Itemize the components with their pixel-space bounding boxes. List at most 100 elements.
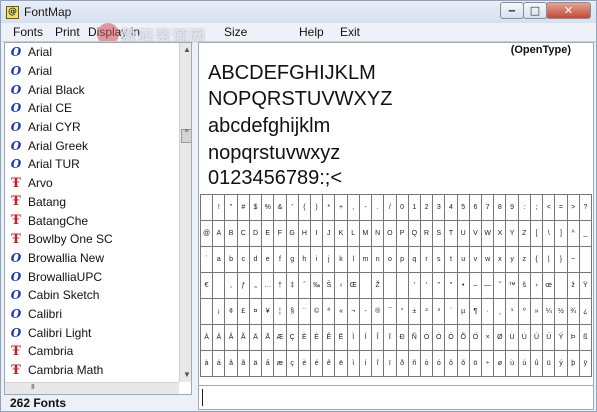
glyph-cell[interactable]: ü — [542, 350, 556, 377]
menu-fonts[interactable]: Fonts — [13, 25, 43, 39]
glyph-cell[interactable]: $ — [248, 194, 263, 221]
glyph-cell[interactable] — [212, 272, 226, 299]
font-list-item[interactable]: Ŧ Bowlby One SC — [5, 230, 179, 249]
glyph-cell[interactable]: 7 — [481, 194, 495, 221]
glyph-cell[interactable]: Ñ — [407, 324, 421, 351]
glyph-cell[interactable]: e — [261, 246, 275, 273]
font-list-item[interactable]: O Browallia New — [5, 249, 179, 268]
glyph-cell[interactable]: Å — [261, 324, 275, 351]
glyph-cell[interactable]: • — [456, 272, 470, 299]
glyph-cell[interactable]: ½ — [554, 298, 568, 325]
glyph-cell[interactable]: ç — [285, 350, 299, 377]
glyph-cell[interactable]: í — [358, 350, 373, 377]
font-list-item[interactable]: O Arial — [5, 43, 179, 62]
glyph-cell[interactable]: ² — [419, 298, 434, 325]
glyph-cell[interactable]: ÿ — [578, 350, 593, 377]
glyph-cell[interactable]: w — [481, 246, 495, 273]
menu-exit[interactable]: Exit — [340, 25, 360, 39]
glyph-cell[interactable]: Y — [505, 220, 519, 247]
glyph-cell[interactable]: E — [261, 220, 275, 247]
glyph-cell[interactable]: ù — [505, 350, 519, 377]
glyph-cell[interactable]: - — [358, 298, 373, 325]
glyph-cell[interactable] — [578, 246, 593, 273]
glyph-cell[interactable]: ´ — [444, 298, 458, 325]
glyph-cell[interactable]: Q — [407, 220, 421, 247]
glyph-cell[interactable]: t — [444, 246, 458, 273]
glyph-cell[interactable]: á — [212, 350, 226, 377]
glyph-cell[interactable] — [358, 272, 373, 299]
glyph-cell[interactable]: ' — [419, 272, 434, 299]
glyph-cell[interactable]: ¦ — [273, 298, 287, 325]
glyph-cell[interactable]: H — [297, 220, 311, 247]
glyph-cell[interactable]: ¤ — [248, 298, 263, 325]
glyph-cell[interactable]: Ù — [505, 324, 519, 351]
glyph-cell[interactable]: ƒ — [236, 272, 250, 299]
glyph-cell[interactable]: ~ — [566, 246, 580, 273]
glyph-cell[interactable]: ˆ — [297, 272, 311, 299]
glyph-cell[interactable]: â — [224, 350, 238, 377]
glyph-cell[interactable]: ! — [212, 194, 226, 221]
menu-help[interactable]: Help — [299, 25, 324, 39]
glyph-cell[interactable]: ¼ — [542, 298, 556, 325]
glyph-cell[interactable]: z — [517, 246, 531, 273]
glyph-cell[interactable]: = — [554, 194, 568, 221]
glyph-cell[interactable]: › — [529, 272, 544, 299]
glyph-cell[interactable]: 6 — [468, 194, 483, 221]
glyph-cell[interactable]: b — [224, 246, 238, 273]
maximize-button[interactable]: □ — [523, 2, 547, 19]
glyph-cell[interactable]: æ — [273, 350, 287, 377]
glyph-cell[interactable]: É — [309, 324, 324, 351]
glyph-cell[interactable]: } — [554, 246, 568, 273]
font-list-item[interactable]: Ŧ Cambria Math — [5, 361, 179, 380]
glyph-cell[interactable]: ; — [529, 194, 544, 221]
glyph-cell[interactable]: Ê — [322, 324, 336, 351]
glyph-cell[interactable]: P — [395, 220, 409, 247]
glyph-cell[interactable]: Ì — [346, 324, 360, 351]
glyph-cell[interactable]: + — [334, 194, 348, 221]
glyph-cell[interactable]: p — [395, 246, 409, 273]
glyph-cell[interactable]: Â — [224, 324, 238, 351]
glyph-cell[interactable]: ¹ — [505, 298, 519, 325]
glyph-cell[interactable]: ¡ — [212, 298, 226, 325]
glyph-cell[interactable]: X — [493, 220, 507, 247]
glyph-cell[interactable]: « — [334, 298, 348, 325]
glyph-cell[interactable]: Ë — [334, 324, 348, 351]
glyph-cell[interactable]: ¨ — [297, 298, 311, 325]
glyph-cell[interactable]: ¿ — [578, 298, 593, 325]
glyph-cell[interactable]: ` — [199, 246, 214, 273]
glyph-cell[interactable]: K — [334, 220, 348, 247]
glyph-cell[interactable]: 5 — [456, 194, 470, 221]
horizontal-scrollbar[interactable]: III — [5, 382, 179, 394]
glyph-cell[interactable]: s — [432, 246, 446, 273]
glyph-cell[interactable]: · — [481, 298, 495, 325]
glyph-cell[interactable]: Ž — [371, 272, 385, 299]
glyph-cell[interactable]: à — [199, 350, 214, 377]
glyph-cell[interactable]: ¸ — [493, 298, 507, 325]
glyph-cell[interactable]: 9 — [505, 194, 519, 221]
glyph-cell[interactable]: G — [285, 220, 299, 247]
glyph-cell[interactable]: ˜ — [493, 272, 507, 299]
glyph-cell[interactable]: ® — [371, 298, 385, 325]
glyph-cell[interactable]: _ — [578, 220, 593, 247]
font-list-item[interactable]: O Arial Greek — [5, 136, 179, 155]
glyph-cell[interactable]: " — [224, 194, 238, 221]
glyph-cell[interactable]: n — [371, 246, 385, 273]
glyph-cell[interactable]: [ — [529, 220, 544, 247]
glyph-cell[interactable]: þ — [566, 350, 580, 377]
glyph-cell[interactable]: ‹ — [334, 272, 348, 299]
glyph-cell[interactable]: Ï — [383, 324, 397, 351]
glyph-cell[interactable]: Í — [358, 324, 373, 351]
glyph-cell[interactable] — [199, 298, 214, 325]
glyph-cell[interactable]: ± — [407, 298, 421, 325]
font-list-item[interactable]: O Arial Black — [5, 80, 179, 99]
glyph-cell[interactable]: ý — [554, 350, 568, 377]
glyph-cell[interactable]: ó — [432, 350, 446, 377]
glyph-cell[interactable]: ë — [334, 350, 348, 377]
font-list-item[interactable]: O Arial — [5, 62, 179, 81]
glyph-cell[interactable]: J — [322, 220, 336, 247]
glyph-cell[interactable]: ‚ — [224, 272, 238, 299]
vertical-scrollbar[interactable]: ▲ ≡ ▼ — [179, 43, 191, 382]
glyph-cell[interactable]: i — [309, 246, 324, 273]
glyph-cell[interactable]: A — [212, 220, 226, 247]
glyph-cell[interactable]: C — [236, 220, 250, 247]
